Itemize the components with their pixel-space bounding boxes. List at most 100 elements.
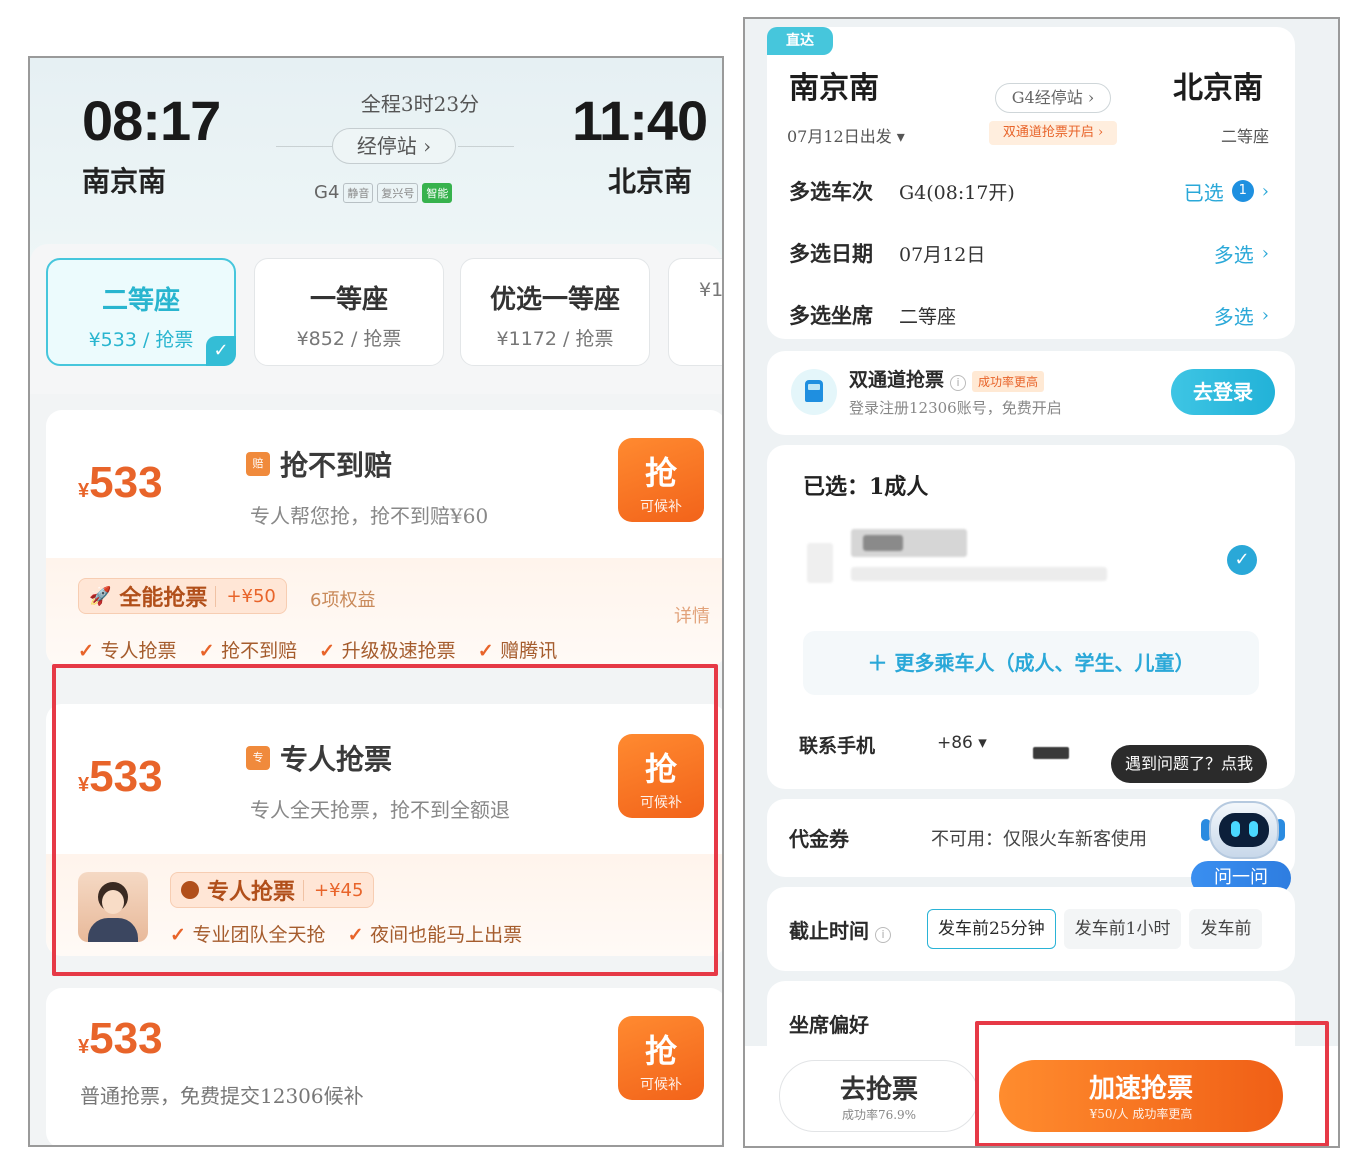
bottom-action-bar: 去抢票 成功率76.9% 加速抢票 ¥50/人 成功率更高 [745, 1046, 1338, 1146]
help-tooltip[interactable]: 遇到问题了？点我 [1111, 745, 1268, 783]
train-icon [791, 369, 837, 415]
deadline-chip-1hour[interactable]: 发车前1小时 [1063, 909, 1182, 949]
seat-name: 二等座 [101, 286, 180, 316]
grab-button[interactable]: 抢 可候补 [618, 438, 704, 522]
chevron-right-icon: › [1261, 304, 1269, 326]
depart-station: 南京南 [789, 71, 879, 106]
dual-channel-card: 双通道抢票 i 成功率更高 登录注册12306账号，免费开启 去登录 [767, 351, 1295, 435]
seat-name: 优选一等座 [489, 285, 620, 315]
passenger-card: 已选：1成人 ✓ ＋ 更多乘车人（成人、学生、儿童） 联系手机 +86 ▾ 遇到… [767, 445, 1295, 789]
smart-tag: 智能 [422, 182, 453, 203]
seat-price: ¥852 / 抢票 [296, 328, 402, 350]
detail-link[interactable]: 详情 [674, 602, 710, 628]
train-info: G4 静音 复兴号 智能 [314, 182, 453, 203]
benefits-count: 6项权益 [310, 590, 376, 611]
stops-button[interactable]: G4经停站 › [995, 83, 1111, 113]
passenger-avatar-redacted [807, 543, 833, 583]
deadline-chip-more[interactable]: 发车前 [1189, 909, 1263, 949]
plus-circle-icon [181, 881, 199, 899]
deadline-label: 截止时间 i [789, 915, 891, 944]
option-price: ¥533 [78, 1014, 163, 1063]
benefit-checklist: 专业团队全天抢 夜间也能马上出票 [170, 920, 523, 947]
seat-option-more[interactable]: ¥1 [668, 258, 724, 366]
info-icon[interactable]: i [875, 927, 891, 943]
chevron-right-icon: › [1261, 242, 1269, 264]
depart-time: 08:17 [82, 89, 221, 152]
option-title: 赔 抢不到赔 [246, 444, 392, 484]
grab-button[interactable]: 抢 可候补 [618, 1016, 704, 1100]
seat-class: 二等座 [1221, 127, 1270, 146]
train-number: G4 [314, 182, 340, 203]
depart-date-select[interactable]: 07月12日出发 ▾ [787, 123, 905, 147]
option-card-refund-guarantee: ¥533 赔 抢不到赔 专人帮您抢，抢不到赔¥60 抢 可候补 🚀 全能抢票 +… [46, 410, 722, 666]
direct-tag: 直达 [767, 27, 833, 55]
dual-channel-title: 双通道抢票 i 成功率更高 [849, 365, 1045, 392]
seat-price: ¥1 [699, 279, 724, 301]
multi-seat-row[interactable]: 多选坐席 二等座 多选 › [789, 295, 1269, 335]
accelerate-grab-button[interactable]: 加速抢票 ¥50/人 成功率更高 [999, 1060, 1283, 1132]
passenger-id-redacted [851, 567, 1107, 581]
booking-form-panel: 直达 南京南 北京南 G4经停站 › 双通道抢票开启 › 07月12日出发 ▾ … [743, 17, 1340, 1148]
seat-option-first-class[interactable]: 一等座 ¥852 / 抢票 [254, 258, 444, 366]
agent-icon: 专 [246, 746, 270, 770]
phone-redacted [1033, 747, 1069, 759]
rocket-icon: 🚀 [89, 585, 112, 607]
chevron-right-icon: › [1261, 180, 1269, 202]
dual-channel-desc: 登录注册12306账号，免费开启 [849, 399, 1062, 417]
compensation-icon: 赔 [246, 452, 270, 476]
seat-option-second-class[interactable]: 二等座 ¥533 / 抢票 ✓ [46, 258, 236, 366]
trip-duration: 全程3时23分 [360, 92, 480, 116]
upsell-chip[interactable]: 🚀 全能抢票 +¥50 [78, 578, 287, 614]
info-icon[interactable]: i [950, 375, 967, 391]
contact-label: 联系手机 [799, 735, 876, 757]
country-code-select[interactable]: +86 ▾ [937, 733, 987, 753]
count-badge: 1 [1231, 180, 1254, 202]
benefit-checklist: 专人抢票 抢不到赔 升级极速抢票 赠腾讯 [78, 636, 558, 663]
grab-button[interactable]: 抢 可候补 [618, 734, 704, 818]
route-line-right [458, 146, 514, 147]
quiet-tag: 静音 [343, 182, 374, 203]
option-card-standard: ¥533 普通抢票，免费提交12306候补 抢 可候补 [46, 988, 722, 1145]
add-passenger-button[interactable]: ＋ 更多乘车人（成人、学生、儿童） [803, 631, 1259, 695]
fuxing-tag: 复兴号 [377, 182, 419, 203]
login-button[interactable]: 去登录 [1171, 369, 1275, 415]
option-subtitle: 专人全天抢票，抢不到全额退 [250, 798, 510, 822]
agent-avatar [78, 872, 148, 942]
deadline-chip-25min[interactable]: 发车前25分钟 [927, 909, 1056, 949]
route-line-left [276, 146, 332, 147]
passenger-name-redacted-dark [863, 535, 903, 551]
passenger-check-icon[interactable]: ✓ [1227, 545, 1257, 575]
depart-station: 南京南 [82, 165, 167, 198]
assistant-robot-icon[interactable] [1201, 801, 1285, 865]
dual-channel-link[interactable]: 双通道抢票开启 › [989, 121, 1117, 145]
seat-option-premium-first-class[interactable]: 优选一等座 ¥1172 / 抢票 [460, 258, 650, 366]
upsell-section: 专人抢票 +¥45 专业团队全天抢 夜间也能马上出票 [46, 854, 722, 956]
option-card-dedicated-agent: ¥533 专 专人抢票 专人全天抢票，抢不到全额退 抢 可候补 专人抢票 +¥4… [46, 704, 722, 956]
arrive-station: 北京南 [608, 165, 693, 198]
seat-preference-label: 坐席偏好 [789, 1013, 869, 1037]
option-subtitle: 普通抢票，免费提交12306候补 [80, 1084, 364, 1108]
option-price: ¥533 [78, 458, 163, 507]
coupon-value: 不可用：仅限火车新客使用 [931, 829, 1147, 850]
seat-name: 一等座 [309, 285, 388, 315]
train-detail-panel: 08:17 南京南 11:40 北京南 全程3时23分 经停站 › G4 静音 … [28, 56, 724, 1147]
upsell-section: 🚀 全能抢票 +¥50 6项权益 详情 专人抢票 抢不到赔 升级极速抢票 赠腾讯 [46, 558, 722, 666]
seat-price: ¥1172 / 抢票 [496, 328, 614, 350]
success-rate-pill: 成功率更高 [972, 371, 1045, 392]
multi-train-row[interactable]: 多选车次 G4(08:17开) 已选 1 › [789, 171, 1269, 211]
option-title: 专 专人抢票 [246, 738, 392, 778]
deadline-options: 发车前25分钟 发车前1小时 发车前 [927, 909, 1293, 949]
coupon-label: 代金券 [789, 827, 849, 851]
option-price: ¥533 [78, 752, 163, 801]
deadline-card: 截止时间 i 发车前25分钟 发车前1小时 发车前 [767, 887, 1295, 971]
arrive-station: 北京南 [1173, 71, 1263, 106]
journey-summary-card: 直达 南京南 北京南 G4经停站 › 双通道抢票开启 › 07月12日出发 ▾ … [767, 27, 1295, 339]
arrive-time: 11:40 [572, 89, 708, 152]
option-subtitle: 专人帮您抢，抢不到赔¥60 [250, 504, 489, 528]
multi-date-row[interactable]: 多选日期 07月12日 多选 › [789, 233, 1269, 273]
upsell-chip[interactable]: 专人抢票 +¥45 [170, 872, 375, 908]
stops-button[interactable]: 经停站 › [332, 128, 456, 164]
selected-check-icon: ✓ [206, 336, 236, 366]
selected-passengers: 已选：1成人 [803, 474, 929, 500]
grab-ticket-button[interactable]: 去抢票 成功率76.9% [779, 1060, 979, 1132]
